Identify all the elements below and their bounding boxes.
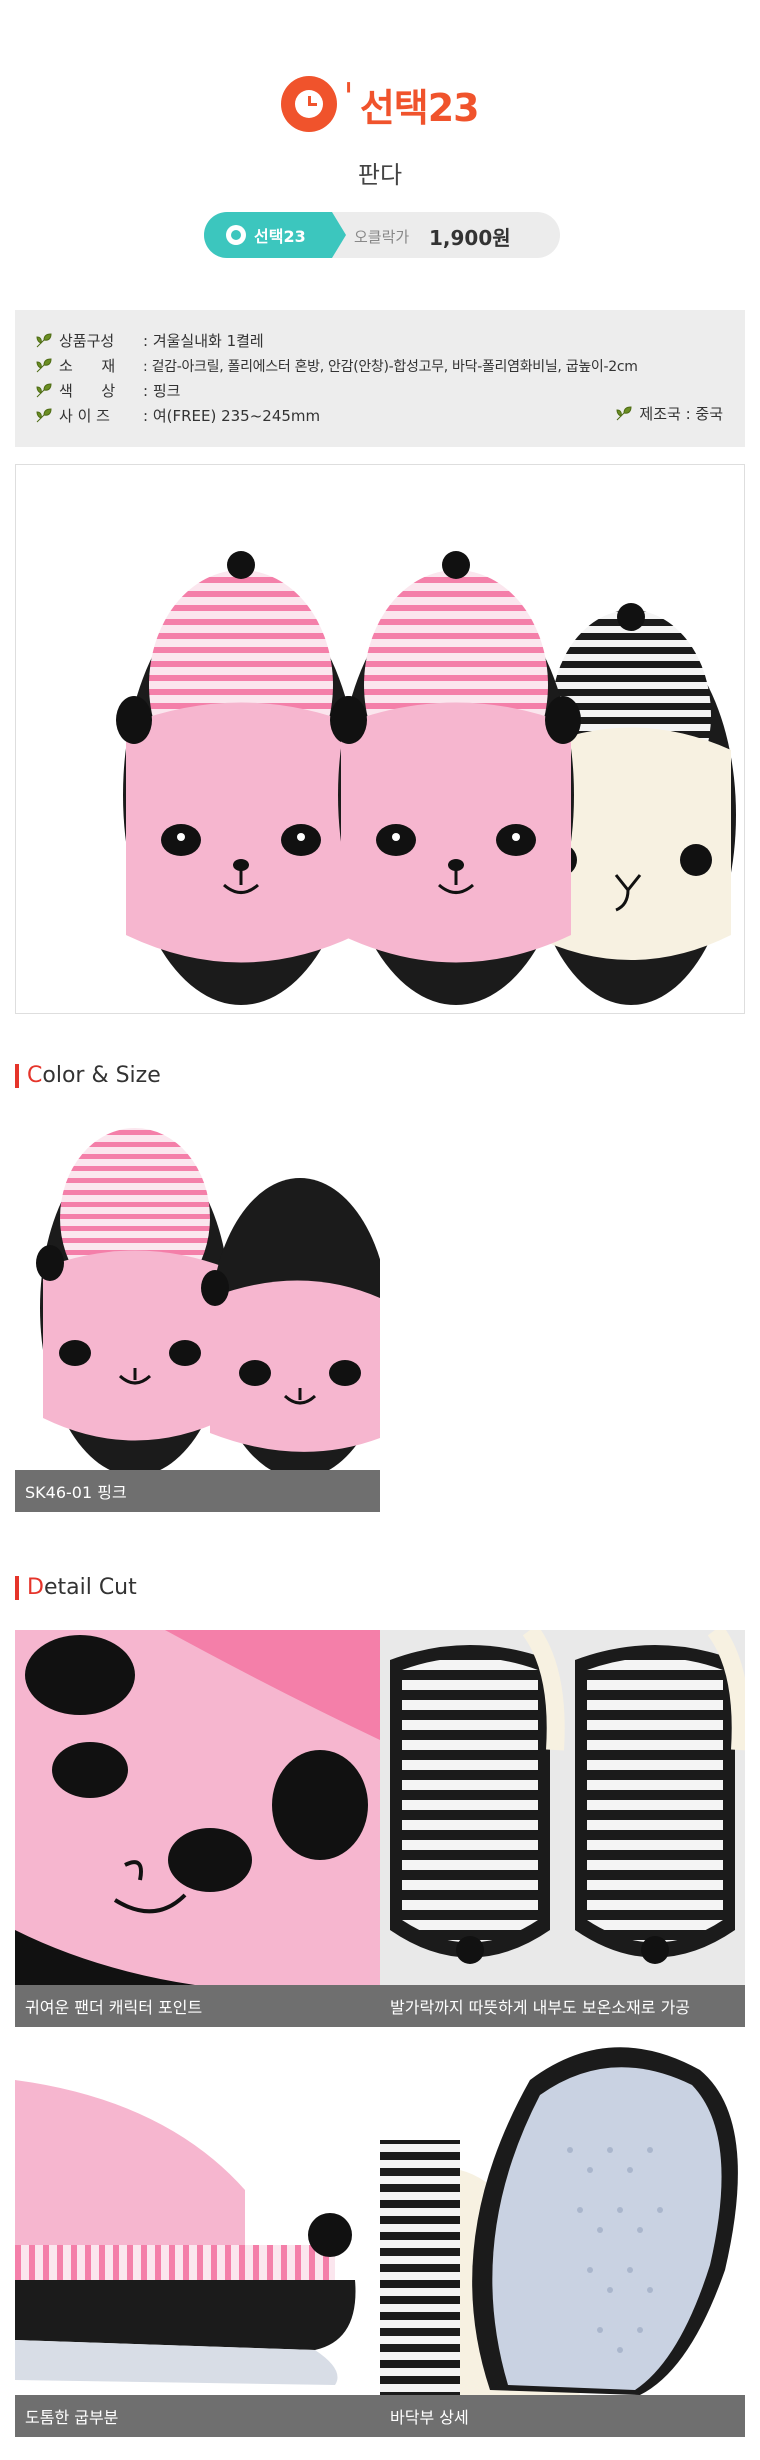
product-info-box: 상품구성 : 겨울실내화 1켤레 소 재 : 겉감-아크릴, 폴리에스터 혼방,…: [15, 310, 745, 447]
section-title-color-size: Color & Size: [15, 1063, 161, 1088]
leaf-icon: [36, 382, 52, 397]
detail-caption: 귀여운 팬더 캐릭터 포인트: [15, 1985, 380, 2027]
price-value: 1,900원: [429, 226, 511, 250]
pink-slipper-left: [36, 1128, 230, 1470]
pink-slipper-right: [331, 551, 581, 1005]
brand-name: 선택23: [359, 85, 480, 130]
main-product-photo: [15, 464, 745, 1014]
product-title: 판다: [357, 161, 403, 189]
brand-badge-label: 선택23: [254, 227, 306, 246]
section-title-rest: etail Cut: [43, 1575, 137, 1600]
detail-caption: 도톰한 굽부분: [15, 2395, 380, 2437]
info-value: : 겨울실내화 1켤레: [143, 332, 264, 350]
striped-insole-closeup: [380, 1630, 745, 1985]
leaf-icon: [36, 357, 52, 372]
info-value: : 핑크: [143, 382, 181, 400]
origin-country: 제조국 : 중국: [615, 403, 723, 424]
price-bar: 선택23 오클락가 1,900원: [204, 212, 560, 258]
section-title-initial: D: [27, 1575, 44, 1600]
leaf-icon: [616, 405, 632, 420]
brand-logo: ' 선택23: [0, 76, 760, 132]
clock-icon: [281, 76, 338, 132]
info-key: 소 재: [59, 357, 116, 375]
info-row: 소 재 : 겉감-아크릴, 폴리에스터 혼방, 안감(안창)-합성고무, 바닥-…: [35, 353, 725, 378]
info-value: : 겉감-아크릴, 폴리에스터 혼방, 안감(안창)-합성고무, 바닥-폴리염화…: [143, 358, 638, 375]
pink-slipper-right: [201, 1178, 380, 1470]
info-row: 색 상 : 핑크: [35, 378, 725, 403]
section-bar: [15, 1063, 19, 1088]
section-title-initial: C: [27, 1063, 43, 1088]
pink-slipper-pair-illustration: [36, 1128, 380, 1470]
slipper-heel-closeup: [15, 2040, 380, 2395]
panda-slippers-illustration: [116, 551, 736, 1005]
color-size-caption: SK46-01 핑크: [15, 1470, 380, 1512]
info-key: 색 상: [59, 382, 116, 400]
detail-photo-face: [15, 1630, 380, 1985]
detail-photo-insole: [380, 1630, 745, 1985]
panda-face-closeup: [15, 1630, 380, 1985]
brand-badge-icon: [226, 225, 246, 245]
pink-slipper-left: [116, 551, 366, 1005]
brand-badge: 선택23: [204, 212, 346, 258]
leaf-icon: [36, 407, 52, 422]
origin-text: 제조국 : 중국: [639, 405, 723, 423]
slipper-sole-closeup: [380, 2040, 745, 2395]
color-size-photo: [15, 1118, 380, 1470]
info-key: 상품구성: [59, 332, 115, 350]
info-key: 사 이 즈: [59, 407, 110, 425]
logo-apostrophe: ': [343, 75, 354, 119]
section-title-rest: olor & Size: [42, 1063, 161, 1088]
section-title-detail-cut: Detail Cut: [15, 1575, 137, 1600]
price-label: 오클락가: [354, 228, 410, 246]
info-value: : 여(FREE) 235~245mm: [143, 407, 321, 425]
detail-caption: 바닥부 상세: [380, 2395, 745, 2437]
leaf-icon: [36, 332, 52, 347]
detail-photo-sole: [380, 2040, 745, 2395]
detail-photo-heel: [15, 2040, 380, 2395]
detail-caption: 발가락까지 따뜻하게 내부도 보온소재로 가공: [380, 1985, 745, 2027]
section-bar: [15, 1575, 19, 1600]
info-row: 상품구성 : 겨울실내화 1켤레: [35, 328, 725, 353]
